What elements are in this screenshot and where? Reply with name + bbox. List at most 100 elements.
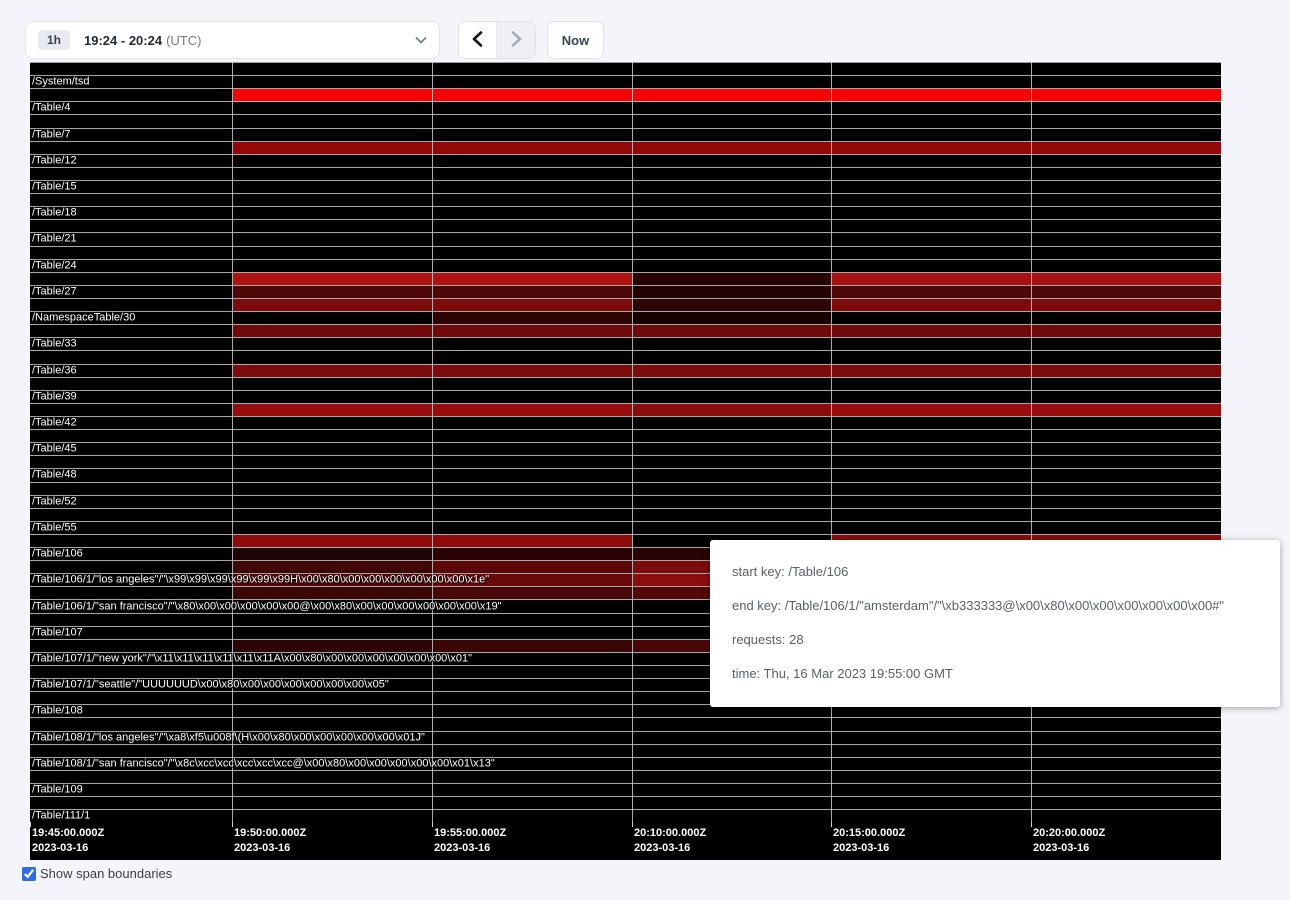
next-interval-button[interactable] [497,22,535,58]
heatmap-cell[interactable] [831,365,1031,377]
heatmap-cell[interactable] [632,365,831,377]
heatmap-cell[interactable] [831,155,1031,167]
heatmap-cell[interactable] [632,286,831,298]
heatmap-cell[interactable] [232,810,432,822]
heatmap-cell[interactable] [432,692,632,704]
heatmap-cell[interactable] [831,509,1031,521]
heatmap-cell[interactable] [632,129,831,141]
heatmap-cell[interactable] [831,430,1031,442]
heatmap-row[interactable] [30,509,1221,522]
heatmap-cell[interactable] [432,784,632,796]
heatmap-cell[interactable] [632,797,831,809]
heatmap-cell[interactable] [232,548,432,560]
heatmap-cell[interactable] [831,220,1031,232]
heatmap-cell[interactable] [232,207,432,219]
heatmap-cell[interactable] [30,142,232,154]
heatmap-row[interactable] [30,378,1221,391]
heatmap-cell[interactable] [432,535,632,547]
heatmap-cell[interactable] [232,522,432,534]
heatmap-cell[interactable] [831,168,1031,180]
heatmap-cell[interactable] [831,181,1031,193]
heatmap-cell[interactable] [232,63,432,75]
heatmap-cell[interactable] [1031,430,1221,442]
heatmap-row[interactable]: /Table/15 [30,181,1221,194]
heatmap-cell[interactable] [632,351,831,363]
heatmap-row[interactable] [30,771,1221,784]
now-button[interactable]: Now [547,21,604,59]
heatmap-row[interactable]: /Table/7 [30,129,1221,142]
heatmap-cell[interactable] [831,732,1031,744]
heatmap-cell[interactable] [632,522,831,534]
heatmap-cell[interactable] [632,89,831,101]
heatmap-row[interactable]: /Table/55 [30,522,1221,535]
heatmap-cell[interactable] [232,365,432,377]
heatmap-cell[interactable] [432,797,632,809]
heatmap-row[interactable]: /Table/48 [30,469,1221,482]
heatmap-cell[interactable] [432,312,632,324]
heatmap-cell[interactable] [232,745,432,757]
heatmap-cell[interactable] [432,705,632,717]
heatmap-cell[interactable] [232,312,432,324]
heatmap-cell[interactable] [30,220,232,232]
heatmap-cell[interactable] [30,89,232,101]
heatmap-cell[interactable] [831,129,1031,141]
heatmap-cell[interactable] [1031,312,1221,324]
heatmap-cell[interactable] [1031,732,1221,744]
heatmap-cell[interactable] [632,456,831,468]
heatmap-cell[interactable] [30,666,232,678]
heatmap-cell[interactable] [831,273,1031,285]
heatmap-cell[interactable] [232,273,432,285]
heatmap-cell[interactable] [232,496,432,508]
heatmap-cell[interactable] [831,797,1031,809]
heatmap-row[interactable] [30,63,1221,76]
heatmap-cell[interactable] [432,483,632,495]
heatmap-cell[interactable] [432,207,632,219]
heatmap-cell[interactable] [30,614,232,626]
heatmap-cell[interactable] [831,338,1031,350]
heatmap-cell[interactable] [632,233,831,245]
heatmap-cell[interactable] [831,784,1031,796]
heatmap-cell[interactable] [432,443,632,455]
heatmap-cell[interactable] [1031,417,1221,429]
heatmap-row[interactable] [30,168,1221,181]
heatmap-cell[interactable] [30,771,232,783]
heatmap-cell[interactable] [30,194,232,206]
heatmap-cell[interactable] [831,63,1031,75]
heatmap-cell[interactable] [1031,233,1221,245]
heatmap-cell[interactable] [831,496,1031,508]
heatmap-cell[interactable] [632,443,831,455]
heatmap-cell[interactable] [1031,129,1221,141]
heatmap-row[interactable] [30,115,1221,128]
heatmap-cell[interactable] [232,391,432,403]
heatmap-cell[interactable] [432,522,632,534]
heatmap-row[interactable]: /Table/27 [30,286,1221,299]
heatmap-cell[interactable] [232,784,432,796]
heatmap-cell[interactable] [232,89,432,101]
heatmap-cell[interactable] [432,63,632,75]
heatmap-cell[interactable] [632,430,831,442]
heatmap-cell[interactable] [432,89,632,101]
heatmap-cell[interactable] [831,522,1031,534]
heatmap-cell[interactable] [831,260,1031,272]
heatmap-cell[interactable] [632,391,831,403]
heatmap-cell[interactable] [831,115,1031,127]
heatmap-cell[interactable] [232,443,432,455]
heatmap-cell[interactable] [232,168,432,180]
heatmap-cell[interactable] [232,247,432,259]
heatmap-cell[interactable] [1031,142,1221,154]
heatmap-cell[interactable] [632,378,831,390]
heatmap-cell[interactable] [30,561,232,573]
heatmap-cell[interactable] [30,168,232,180]
heatmap-cell[interactable] [632,483,831,495]
heatmap-row[interactable] [30,456,1221,469]
heatmap-cell[interactable] [831,76,1031,88]
heatmap-cell[interactable] [232,102,432,114]
heatmap-cell[interactable] [1031,181,1221,193]
heatmap-row[interactable] [30,273,1221,286]
heatmap-cell[interactable] [1031,705,1221,717]
heatmap-cell[interactable] [232,286,432,298]
heatmap-row[interactable] [30,718,1221,731]
heatmap-cell[interactable] [831,351,1031,363]
heatmap-cell[interactable] [432,732,632,744]
heatmap-row[interactable] [30,430,1221,443]
